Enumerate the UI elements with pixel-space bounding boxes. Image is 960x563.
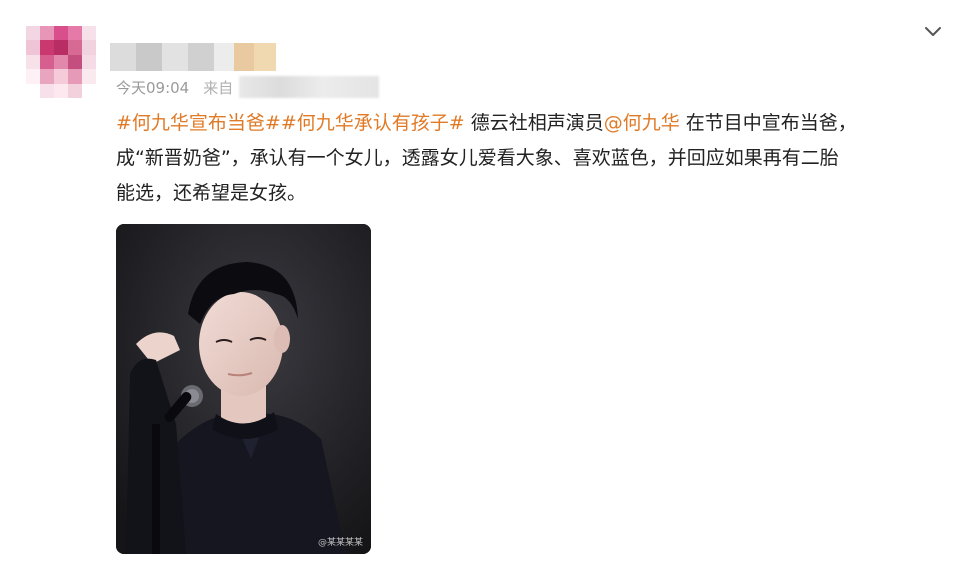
post-text: 在节目中宣布当爸， xyxy=(679,112,857,134)
avatar[interactable] xyxy=(26,26,96,98)
photo-watermark: @某某某某 xyxy=(317,538,363,548)
post-source-label: 来自 xyxy=(203,78,234,97)
post-source-blurred xyxy=(239,76,380,98)
username-blurred[interactable] xyxy=(110,43,276,71)
photo-image xyxy=(116,224,371,554)
hashtag-link[interactable]: #何九华承认有孩子# xyxy=(281,112,465,134)
post-photo[interactable]: @某某某某 xyxy=(116,224,371,554)
chevron-down-icon[interactable] xyxy=(922,20,944,42)
mention-link[interactable]: @何九华 xyxy=(604,112,680,134)
post-text: 德云社相声演员 xyxy=(464,112,604,134)
hashtag-link[interactable]: #何九华宣布当爸# xyxy=(116,112,281,134)
weibo-post: 今天09:04 来自 #何九华宣布当爸##何九华承认有孩子# 德云社相声演员@何… xyxy=(0,0,960,563)
post-content: #何九华宣布当爸##何九华承认有孩子# 德云社相声演员@何九华 在节目中宣布当爸… xyxy=(116,106,936,211)
post-line-3: 能选，还希望是女孩。 xyxy=(116,182,307,204)
post-time: 今天09:04 xyxy=(116,78,190,97)
post-line-2: 成“新晋奶爸”，承认有一个女儿，透露女儿爱看大象、喜欢蓝色，并回应如果再有二胎 xyxy=(116,147,839,169)
post-meta: 今天09:04 来自 xyxy=(116,74,380,100)
post-line-1: #何九华宣布当爸##何九华承认有孩子# 德云社相声演员@何九华 在节目中宣布当爸… xyxy=(116,106,936,141)
